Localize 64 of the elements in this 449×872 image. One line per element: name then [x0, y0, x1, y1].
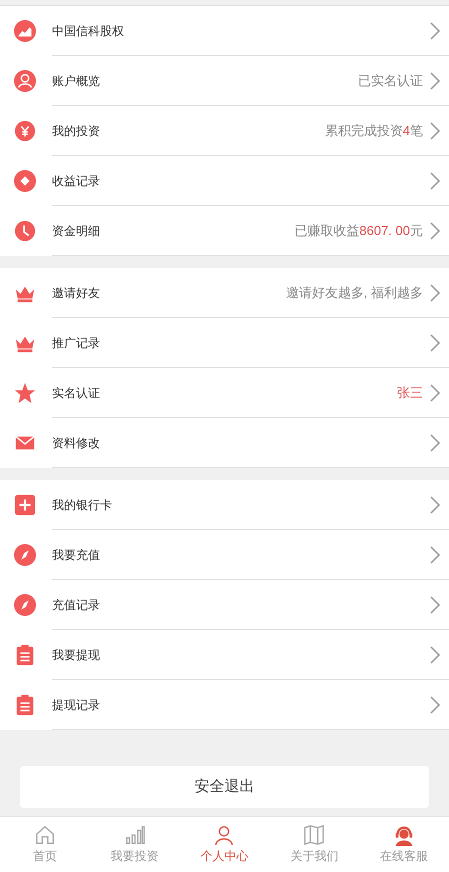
- menu-label: 提现记录: [52, 696, 101, 714]
- plus-icon: [14, 494, 36, 516]
- chevron-right-icon: [429, 432, 441, 452]
- menu-label: 资料修改: [52, 434, 101, 452]
- menu-item[interactable]: 充值记录: [0, 580, 449, 630]
- compass-icon: [14, 594, 36, 616]
- bar-chart-icon: [124, 824, 146, 846]
- chevron-right-icon: [429, 594, 441, 614]
- chevron-right-icon: [429, 20, 441, 40]
- menu-item[interactable]: 我的银行卡: [0, 480, 449, 530]
- chevron-right-icon: [429, 644, 441, 664]
- chevron-right-icon: [429, 382, 441, 402]
- chevron-right-icon: [429, 544, 441, 564]
- menu-value: 累积完成投资4笔: [324, 122, 423, 140]
- chevron-right-icon: [429, 70, 441, 90]
- chevron-right-icon: [429, 120, 441, 140]
- menu-item[interactable]: 我要充值: [0, 530, 449, 580]
- menu-label: 实名认证: [52, 384, 101, 402]
- menu-label: 资金明细: [52, 222, 101, 240]
- menu-item[interactable]: 收益记录: [0, 156, 449, 206]
- menu-label: 我的投资: [52, 122, 101, 140]
- menu-value: 已实名认证: [358, 72, 423, 90]
- clipboard-icon: [14, 644, 36, 666]
- support-agent-icon: [393, 824, 416, 846]
- menu-label: 收益记录: [52, 172, 101, 190]
- user-icon: [213, 824, 236, 846]
- clock-icon: [14, 220, 36, 242]
- yen-icon: [14, 120, 36, 142]
- menu-item[interactable]: 资料修改: [0, 418, 449, 468]
- chevron-right-icon: [429, 694, 441, 714]
- home-icon: [34, 824, 56, 846]
- menu-item[interactable]: 中国信科股权: [0, 6, 449, 56]
- menu-label: 邀请好友: [52, 284, 101, 302]
- logout-button[interactable]: 安全退出: [20, 766, 429, 808]
- menu-item[interactable]: 提现记录: [0, 680, 449, 730]
- compass-icon: [14, 544, 36, 566]
- chevron-right-icon: [429, 494, 441, 514]
- menu-label: 我的银行卡: [52, 496, 113, 514]
- map-icon: [303, 824, 326, 846]
- menu-label: 推广记录: [52, 334, 101, 352]
- menu-item[interactable]: 资金明细 已赚取收益8607. 00元: [0, 206, 449, 256]
- menu-item[interactable]: 实名认证 张三: [0, 368, 449, 418]
- menu-value: 已赚取收益8607. 00元: [294, 222, 423, 240]
- menu-label: 账户概览: [52, 72, 101, 90]
- menu-item[interactable]: 账户概览 已实名认证: [0, 56, 449, 106]
- menu-item[interactable]: 我的投资 累积完成投资4笔: [0, 106, 449, 156]
- menu-value: 邀请好友越多, 福利越多: [286, 284, 423, 302]
- clipboard-icon: [14, 694, 36, 716]
- chevron-right-icon: [429, 220, 441, 240]
- chevron-right-icon: [429, 170, 441, 190]
- menu-label: 中国信科股权: [52, 22, 125, 40]
- menu-value: 张三: [397, 384, 423, 402]
- menu-label: 充值记录: [52, 596, 101, 614]
- menu-item[interactable]: 我要提现: [0, 630, 449, 680]
- chevron-right-icon: [429, 282, 441, 302]
- star-icon: [14, 382, 36, 404]
- user-icon: [14, 70, 36, 92]
- chart-icon: [14, 20, 36, 42]
- menu-label: 我要提现: [52, 646, 101, 664]
- menu-item[interactable]: 推广记录: [0, 318, 449, 368]
- menu-label: 我要充值: [52, 546, 101, 564]
- menu-item[interactable]: 邀请好友 邀请好友越多, 福利越多: [0, 268, 449, 318]
- tab-item[interactable]: 个人中心: [180, 817, 270, 872]
- chevron-right-icon: [429, 332, 441, 352]
